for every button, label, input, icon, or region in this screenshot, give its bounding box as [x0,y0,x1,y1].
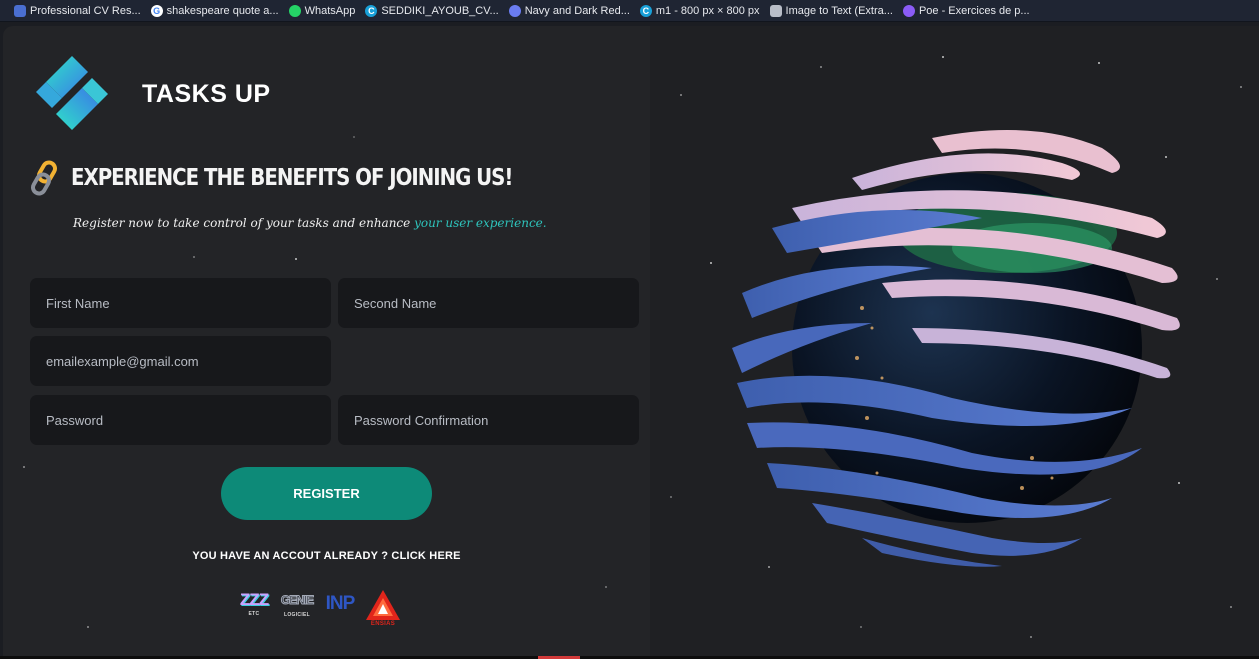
image-text-icon [769,4,782,17]
inp-logo-icon: INP [323,590,357,630]
document-icon [14,4,26,17]
bookmark-label: WhatsApp [304,4,356,17]
bookmark-label: SEDDIKI_AYOUB_CV... [381,4,499,17]
genie-logo-icon: GENIE LOGICIEL [280,590,314,630]
chat-bubble-icon [508,4,521,17]
brand-name: TASKS UP [142,80,271,108]
partner-logo-caption: LOGICIEL [283,612,310,618]
email-input[interactable] [30,336,331,386]
tasks-up-logo-icon [36,56,108,130]
zzz-logo-icon: ZZZ ETC [237,590,271,630]
registration-panel: TASKS UP EXPERIENCE THE BENEFITS OF JOIN… [3,26,650,659]
bookmark-label: Navy and Dark Red... [524,4,630,17]
bookmark-label: m1 - 800 px × 800 px [655,4,760,17]
poe-icon [902,4,915,17]
partner-logo-text: GENIE [280,593,314,608]
ensias-triangle-icon [366,590,400,620]
partner-logo-caption: ENSIAS [370,621,396,627]
partner-logo-text: ZZZ [239,590,269,609]
globe-3d-illustration [732,130,1180,567]
login-link[interactable]: YOU HAVE AN ACCOUT ALREADY ? CLICK HERE [3,550,650,562]
bookmark-label: shakespeare quote a... [166,4,279,17]
headline-text: EXPERIENCE THE BENEFITS OF JOINING US! [71,165,513,191]
bookmarks-bar: Professional CV Res... G shakespeare quo… [0,0,1259,22]
bookmark-label: Poe - Exercices de p... [918,4,1030,17]
password-input[interactable] [30,395,331,445]
bookmark-item[interactable]: WhatsApp [288,4,356,17]
headline: EXPERIENCE THE BENEFITS OF JOINING US! [29,160,584,196]
google-icon: G [150,4,163,17]
first-name-input[interactable] [30,278,331,328]
registration-page: TASKS UP EXPERIENCE THE BENEFITS OF JOIN… [3,26,1259,659]
subtitle: Register now to take control of your tas… [73,216,547,230]
bookmark-item[interactable]: Image to Text (Extra... [769,4,893,17]
canva-icon: C [639,4,652,17]
ensias-logo-icon: ENSIAS [366,590,400,630]
bookmark-item[interactable]: Professional CV Res... [14,4,141,17]
canva-icon: C [365,4,378,17]
bookmark-item[interactable]: Navy and Dark Red... [508,4,630,17]
partner-logo-text: INP [325,593,356,614]
bookmark-label: Professional CV Res... [30,4,141,17]
partner-logo-caption: ETC [248,611,260,617]
bookmark-item[interactable]: Poe - Exercices de p... [902,4,1030,17]
register-button[interactable]: REGISTER [221,467,432,520]
bookmark-item[interactable]: C SEDDIKI_AYOUB_CV... [365,4,499,17]
bookmark-item[interactable]: C m1 - 800 px × 800 px [639,4,760,17]
bookmark-label: Image to Text (Extra... [785,4,893,17]
password-confirmation-input[interactable] [338,395,639,445]
chain-link-icon [31,160,57,196]
subtitle-main: Register now to take control of your tas… [73,216,415,230]
partner-logos: ZZZ ETC GENIE LOGICIEL INP ENSIAS [237,590,400,630]
second-name-input[interactable] [338,278,639,328]
bookmark-item[interactable]: G shakespeare quote a... [150,4,279,17]
whatsapp-icon [288,4,301,17]
subtitle-highlight: your user experience. [414,216,547,230]
globe-illustration-panel [650,26,1259,659]
